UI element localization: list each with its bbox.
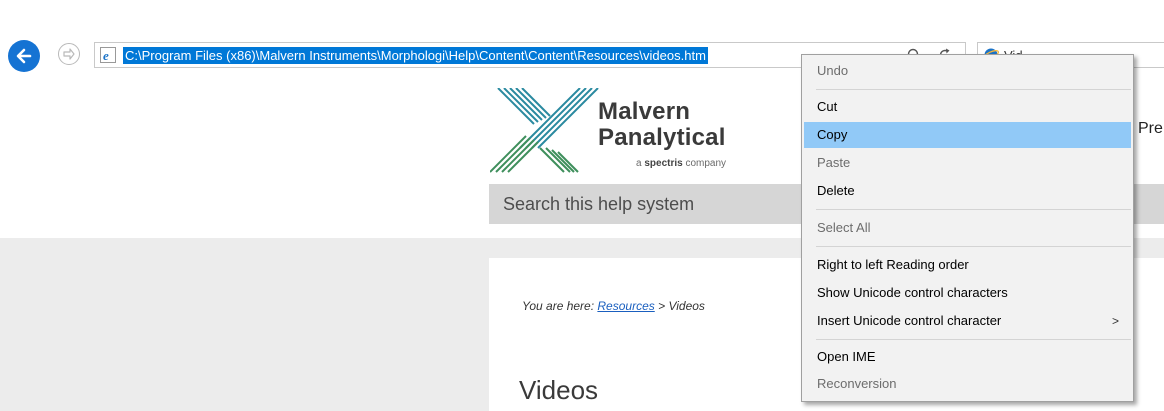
page-title: Videos	[519, 375, 599, 405]
menu-item-rtl-reading-order[interactable]: Right to left Reading order	[804, 252, 1131, 278]
menu-item-paste[interactable]: Paste	[804, 150, 1131, 176]
menu-separator	[816, 246, 1131, 247]
logo-word-panalytical: Panalytical	[598, 124, 726, 151]
breadcrumb-current: Videos	[668, 299, 705, 313]
context-menu: Undo Cut Copy Paste Delete Select All Ri…	[801, 54, 1134, 402]
menu-separator	[816, 89, 1131, 90]
back-arrow-icon	[16, 48, 32, 64]
menu-item-open-ime[interactable]: Open IME	[804, 344, 1131, 370]
breadcrumb-link-resources[interactable]: Resources	[597, 299, 654, 313]
menu-item-insert-unicode-char-label: Insert Unicode control character	[817, 313, 1002, 328]
menu-item-undo[interactable]: Undo	[804, 58, 1131, 84]
menu-item-reconversion[interactable]: Reconversion	[804, 371, 1131, 397]
logo-tagline: a spectris company	[636, 158, 727, 169]
back-button[interactable]	[8, 40, 40, 72]
svg-text:e: e	[103, 48, 109, 63]
menu-item-cut[interactable]: Cut	[804, 94, 1131, 120]
search-placeholder: Search this help system	[503, 194, 695, 214]
breadcrumb: You are here: Resources > Videos	[522, 299, 705, 313]
address-text[interactable]: C:\Program Files (x86)\Malvern Instrumen…	[123, 47, 708, 64]
menu-item-select-all[interactable]: Select All	[804, 215, 1131, 241]
menu-separator	[816, 339, 1131, 340]
menu-item-delete[interactable]: Delete	[804, 178, 1131, 204]
logo-word-malvern: Malvern	[598, 98, 691, 125]
forward-button[interactable]	[58, 43, 80, 65]
forward-arrow-icon	[63, 48, 75, 60]
header-nav-link[interactable]: Pre	[1138, 120, 1163, 138]
menu-item-show-unicode-chars[interactable]: Show Unicode control characters	[804, 280, 1131, 306]
menu-item-copy[interactable]: Copy	[804, 122, 1131, 148]
menu-separator	[816, 209, 1131, 210]
ie-icon: e	[100, 47, 116, 63]
submenu-arrow-icon: >	[1111, 314, 1119, 328]
menu-item-insert-unicode-char[interactable]: Insert Unicode control character >	[804, 308, 1131, 334]
